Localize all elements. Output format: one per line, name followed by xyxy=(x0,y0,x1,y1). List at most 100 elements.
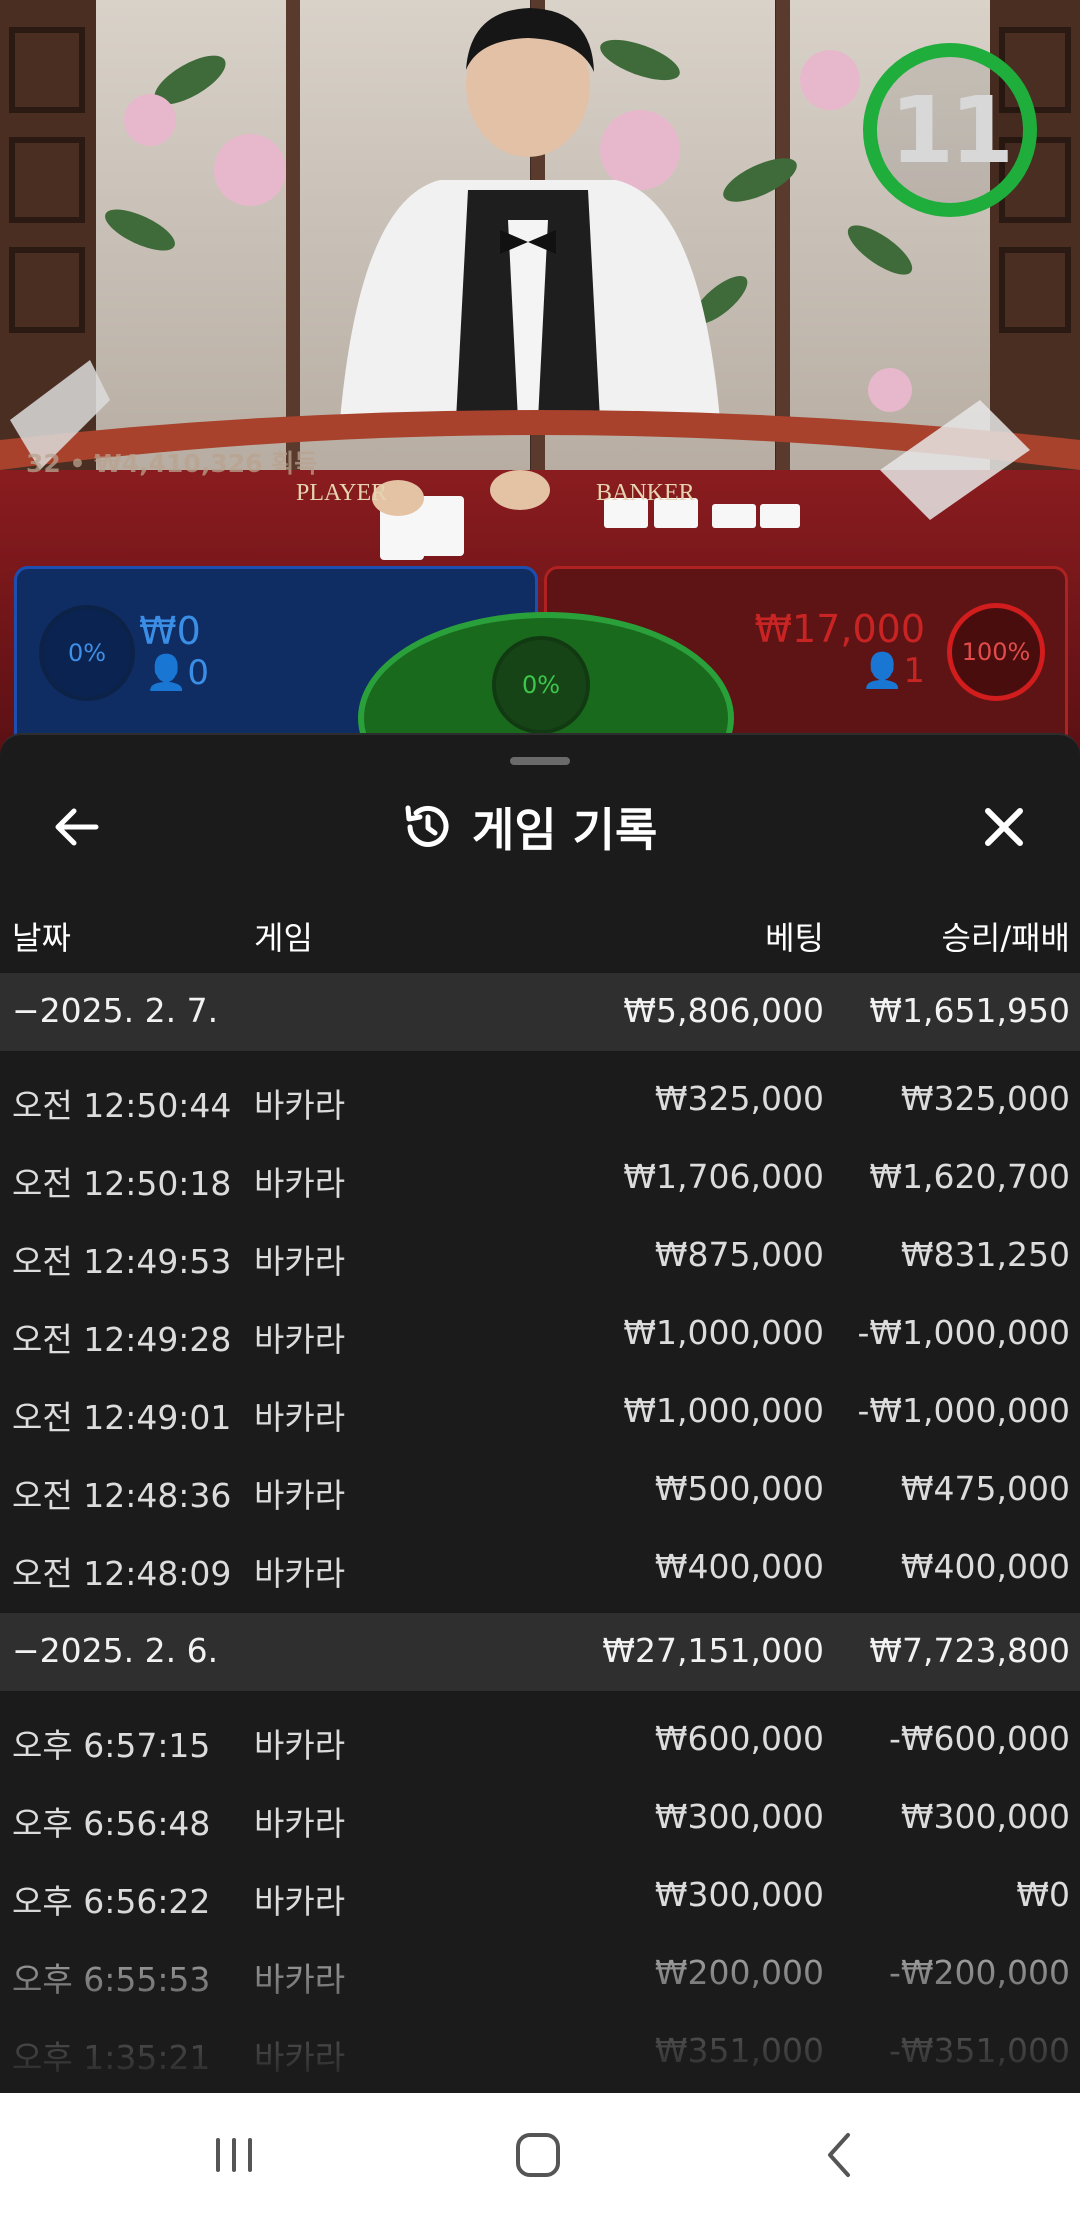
group-bet-total: ₩5,806,000 xyxy=(623,991,824,1030)
column-result: 승리/패배 xyxy=(941,919,1070,957)
row-result: -₩600,000 xyxy=(888,1719,1070,1758)
banker-percent: 100% xyxy=(947,603,1045,701)
row-bet: ₩351,000 xyxy=(654,2031,824,2070)
recent-apps-icon xyxy=(216,2138,252,2172)
player-bet-amount: ₩0 xyxy=(139,609,201,653)
column-date: 날짜 xyxy=(12,919,71,957)
row-game: 바카라 xyxy=(254,1554,346,1593)
table-row[interactable]: 오후 1:35:21 바카라 ₩351,000 -₩351,000 xyxy=(0,2011,1080,2089)
game-history-sheet: 게임 기록 날짜 게임 베팅 승리/패배 −2025. 2. 7. ₩5,806… xyxy=(0,733,1080,2095)
table-row[interactable]: 오후 6:57:15 바카라 ₩600,000 -₩600,000 xyxy=(0,1699,1080,1777)
row-result: ₩325,000 xyxy=(900,1079,1070,1118)
table-row[interactable]: 오전 12:48:09 바카라 ₩400,000 ₩400,000 xyxy=(0,1527,1080,1605)
row-time: 오전 12:50:44 xyxy=(12,1086,232,1125)
row-game: 바카라 xyxy=(254,1476,346,1515)
row-time: 오전 12:48:09 xyxy=(12,1554,232,1593)
recent-win-caption: 32 • ₩4,410,326 획득 xyxy=(26,449,318,478)
tie-percent: 0% xyxy=(492,636,590,734)
row-bet: ₩325,000 xyxy=(654,1079,824,1118)
row-game: 바카라 xyxy=(254,1164,346,1203)
date-group-row[interactable]: −2025. 2. 7. ₩5,806,000 ₩1,651,950 xyxy=(0,973,1080,1051)
row-bet: ₩300,000 xyxy=(654,1797,824,1836)
table-label-player: PLAYER xyxy=(296,480,387,506)
table-row[interactable]: 오전 12:48:36 바카라 ₩500,000 ₩475,000 xyxy=(0,1449,1080,1527)
sheet-title: 게임 기록 xyxy=(472,803,658,857)
banker-bettor-count: 👤1 xyxy=(861,651,925,691)
group-bet-total: ₩27,151,000 xyxy=(602,1631,824,1670)
row-bet: ₩1,000,000 xyxy=(623,1313,824,1352)
row-result: ₩300,000 xyxy=(900,1797,1070,1836)
banker-bettor-count-value: 1 xyxy=(903,651,925,691)
table-row[interactable]: 오전 12:50:18 바카라 ₩1,706,000 ₩1,620,700 xyxy=(0,1137,1080,1215)
group-date: −2025. 2. 6. xyxy=(12,1631,219,1670)
row-bet: ₩200,000 xyxy=(654,1953,824,1992)
row-bet: ₩1,706,000 xyxy=(623,1157,824,1196)
row-time: 오전 12:49:53 xyxy=(12,1242,232,1281)
row-time: 오전 12:50:18 xyxy=(12,1164,232,1203)
group-result-total: ₩1,651,950 xyxy=(869,991,1070,1030)
row-result: -₩1,000,000 xyxy=(857,1391,1071,1430)
back-button[interactable] xyxy=(48,799,104,855)
row-time: 오후 1:35:21 xyxy=(12,2038,211,2077)
row-bet: ₩300,000 xyxy=(654,1875,824,1914)
group-result-total: ₩7,723,800 xyxy=(869,1631,1070,1670)
row-result: -₩1,000,000 xyxy=(857,1313,1071,1352)
table-label-banker: BANKER xyxy=(596,480,695,506)
row-time: 오후 6:57:15 xyxy=(12,1726,211,1765)
person-icon: 👤 xyxy=(145,653,188,693)
date-group-row[interactable]: −2025. 2. 6. ₩27,151,000 ₩7,723,800 xyxy=(0,1613,1080,1691)
banker-bet-amount: ₩17,000 xyxy=(754,607,925,651)
history-table-body: −2025. 2. 7. ₩5,806,000 ₩1,651,950 오전 12… xyxy=(0,973,1080,2089)
row-bet: ₩875,000 xyxy=(654,1235,824,1274)
close-icon xyxy=(985,808,1023,846)
row-game: 바카라 xyxy=(254,1804,346,1843)
row-time: 오후 6:55:53 xyxy=(12,1960,211,1999)
recent-apps-button[interactable] xyxy=(174,2113,294,2197)
person-icon: 👤 xyxy=(861,651,904,691)
row-time: 오전 12:49:01 xyxy=(12,1398,232,1437)
system-navigation-bar xyxy=(0,2093,1080,2220)
table-row[interactable]: 오후 6:56:22 바카라 ₩300,000 ₩0 xyxy=(0,1855,1080,1933)
row-time: 오전 12:49:28 xyxy=(12,1320,232,1359)
row-game: 바카라 xyxy=(254,1086,346,1125)
table-row[interactable]: 오후 6:55:53 바카라 ₩200,000 -₩200,000 xyxy=(0,1933,1080,2011)
row-game: 바카라 xyxy=(254,1242,346,1281)
row-game: 바카라 xyxy=(254,1882,346,1921)
row-result: ₩400,000 xyxy=(900,1547,1070,1586)
row-time: 오후 6:56:48 xyxy=(12,1804,211,1843)
back-icon xyxy=(828,2133,850,2177)
row-game: 바카라 xyxy=(254,2038,346,2077)
row-time: 오후 6:56:22 xyxy=(12,1882,211,1921)
row-bet: ₩1,000,000 xyxy=(623,1391,824,1430)
row-result: ₩475,000 xyxy=(900,1469,1070,1508)
sheet-header: 게임 기록 xyxy=(400,793,657,861)
row-game: 바카라 xyxy=(254,1398,346,1437)
sheet-drag-handle[interactable] xyxy=(510,757,570,765)
table-row[interactable]: 오전 12:49:01 바카라 ₩1,000,000 -₩1,000,000 xyxy=(0,1371,1080,1449)
row-game: 바카라 xyxy=(254,1726,346,1765)
table-row[interactable]: 오전 12:50:44 바카라 ₩325,000 ₩325,000 xyxy=(0,1059,1080,1137)
row-bet: ₩400,000 xyxy=(654,1547,824,1586)
group-date: −2025. 2. 7. xyxy=(12,991,219,1030)
table-row[interactable]: 오전 12:49:53 바카라 ₩875,000 ₩831,250 xyxy=(0,1215,1080,1293)
row-game: 바카라 xyxy=(254,1960,346,1999)
home-button[interactable] xyxy=(478,2113,598,2197)
system-back-button[interactable] xyxy=(780,2113,900,2197)
player-bettor-count: 👤0 xyxy=(145,653,209,693)
close-button[interactable] xyxy=(976,799,1032,855)
column-bet: 베팅 xyxy=(765,919,824,957)
row-game: 바카라 xyxy=(254,1320,346,1359)
home-icon xyxy=(516,2133,560,2177)
row-result: -₩200,000 xyxy=(888,1953,1070,1992)
table-row[interactable]: 오후 6:56:48 바카라 ₩300,000 ₩300,000 xyxy=(0,1777,1080,1855)
column-game: 게임 xyxy=(254,919,313,957)
table-row[interactable]: 오전 12:49:28 바카라 ₩1,000,000 -₩1,000,000 xyxy=(0,1293,1080,1371)
history-icon xyxy=(405,805,449,847)
row-time: 오전 12:48:36 xyxy=(12,1476,232,1515)
row-result: ₩0 xyxy=(1016,1875,1070,1914)
history-table-header: 날짜 게임 베팅 승리/패배 xyxy=(0,913,1080,969)
row-bet: ₩600,000 xyxy=(654,1719,824,1758)
row-result: ₩831,250 xyxy=(900,1235,1070,1274)
player-bettor-count-value: 0 xyxy=(187,653,209,693)
row-bet: ₩500,000 xyxy=(654,1469,824,1508)
